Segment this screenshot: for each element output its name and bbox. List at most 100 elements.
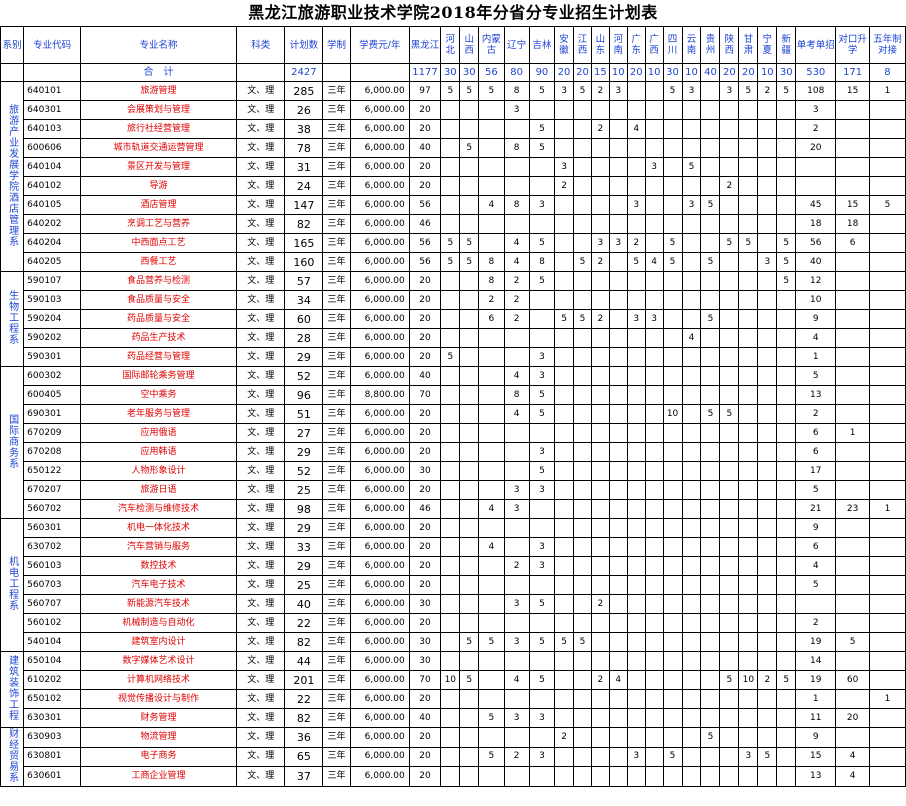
quota-cell: 5 bbox=[528, 119, 556, 139]
quota-cell bbox=[700, 651, 721, 671]
quota-cell bbox=[478, 214, 505, 234]
quota-cell bbox=[626, 480, 646, 500]
quota-cell bbox=[573, 100, 592, 120]
quota-cell: 3 bbox=[795, 100, 837, 120]
quota-cell bbox=[459, 347, 480, 367]
quota-cell bbox=[608, 746, 628, 768]
quota-cell bbox=[503, 176, 530, 196]
table-row: 640103 旅行社经营管理 文、理 38 三年 6,000.00 20 5 2 4 2 bbox=[1, 119, 906, 139]
quota-cell bbox=[626, 518, 646, 538]
quota-cell bbox=[662, 423, 683, 443]
quota-cell bbox=[681, 309, 702, 329]
quota-cell bbox=[573, 214, 592, 234]
quota-cell bbox=[644, 347, 664, 367]
quota-cell bbox=[459, 499, 480, 519]
quota-cell: 6 bbox=[835, 233, 870, 253]
total-cell: 20 bbox=[573, 63, 592, 82]
quota-cell bbox=[719, 100, 740, 120]
quota-cell bbox=[608, 309, 628, 329]
quota-cell bbox=[608, 404, 628, 424]
quota-cell bbox=[757, 708, 778, 728]
quota-cell bbox=[662, 195, 683, 215]
tuition: 6,000.00 bbox=[349, 537, 410, 557]
tuition: 6,000.00 bbox=[349, 423, 410, 443]
column-header: 宁夏 bbox=[757, 26, 778, 64]
duration: 三年 bbox=[322, 766, 351, 787]
major-code: 590107 bbox=[23, 271, 82, 291]
quota-cell bbox=[681, 252, 702, 272]
quota-cell bbox=[719, 575, 740, 595]
quota-cell bbox=[573, 233, 592, 253]
column-header: 五年制对接 bbox=[868, 26, 906, 64]
quota-cell bbox=[681, 499, 702, 519]
quota-cell bbox=[776, 385, 797, 405]
quota-cell: 3 bbox=[626, 309, 646, 329]
quota-cell bbox=[554, 537, 575, 557]
quota-cell: 56 bbox=[408, 233, 442, 253]
quota-cell bbox=[590, 499, 610, 519]
quota-cell bbox=[757, 575, 778, 595]
tuition: 6,000.00 bbox=[349, 670, 410, 690]
column-header: 科类 bbox=[235, 26, 286, 64]
quota-cell bbox=[681, 214, 702, 234]
quota-cell bbox=[644, 423, 664, 443]
quota-cell: 5 bbox=[795, 480, 837, 500]
quota-cell bbox=[554, 328, 575, 348]
quota-cell: 3 bbox=[626, 746, 646, 768]
quota-cell bbox=[776, 423, 797, 443]
quota-cell bbox=[528, 727, 556, 748]
quota-cell bbox=[573, 442, 592, 462]
quota-cell: 3 bbox=[528, 556, 556, 576]
quota-cell: 5 bbox=[573, 309, 592, 329]
duration: 三年 bbox=[322, 442, 351, 462]
total-cell: 80 bbox=[503, 63, 530, 82]
quota-cell bbox=[835, 404, 870, 424]
quota-cell bbox=[681, 442, 702, 462]
total-cell: 1177 bbox=[408, 63, 442, 82]
subject-type: 文、理 bbox=[235, 252, 286, 272]
subject-type: 文、理 bbox=[235, 271, 286, 291]
table-row: 670209 应用俄语 文、理 27 三年 6,000.00 20 6 1 bbox=[1, 423, 906, 443]
quota-cell bbox=[608, 518, 628, 538]
quota-cell: 20 bbox=[408, 746, 442, 768]
quota-cell bbox=[738, 537, 759, 557]
major-name: 药品质量与安全 bbox=[80, 309, 237, 329]
quota-cell: 19 bbox=[795, 670, 837, 690]
quota-cell bbox=[590, 100, 610, 120]
quota-cell bbox=[459, 119, 480, 139]
quota-cell bbox=[608, 252, 628, 272]
quota-cell bbox=[459, 613, 480, 633]
quota-cell: 10 bbox=[662, 404, 683, 424]
quota-cell bbox=[757, 423, 778, 443]
duration: 三年 bbox=[322, 727, 351, 748]
quota-cell bbox=[644, 214, 664, 234]
total-cell: 56 bbox=[478, 63, 505, 82]
quota-cell bbox=[440, 366, 461, 386]
major-name: 老年服务与管理 bbox=[80, 404, 237, 424]
quota-cell bbox=[554, 556, 575, 576]
quota-cell: 9 bbox=[795, 727, 837, 748]
total-label: 合 计 bbox=[80, 63, 237, 82]
column-header: 学费元/年 bbox=[349, 26, 410, 64]
quota-cell bbox=[554, 575, 575, 595]
table-row: 640204 中西面点工艺 文、理 165 三年 6,000.00 56 5 5 4 5 3 3 2 5 5 5… bbox=[1, 233, 906, 253]
quota-cell: 5 bbox=[528, 385, 556, 405]
quota-cell: 5 bbox=[626, 252, 646, 272]
quota-cell bbox=[681, 766, 702, 787]
duration: 三年 bbox=[322, 461, 351, 481]
quota-cell bbox=[503, 461, 530, 481]
major-code: 630601 bbox=[23, 766, 82, 787]
quota-cell bbox=[554, 252, 575, 272]
quota-cell bbox=[626, 176, 646, 196]
quota-cell bbox=[868, 461, 906, 481]
quota-cell bbox=[626, 404, 646, 424]
quota-cell bbox=[719, 271, 740, 291]
quota-cell bbox=[503, 347, 530, 367]
quota-cell bbox=[478, 727, 505, 748]
quota-cell: 8 bbox=[478, 252, 505, 272]
quota-cell: 2 bbox=[719, 176, 740, 196]
quota-cell bbox=[626, 651, 646, 671]
quota-cell: 3 bbox=[503, 708, 530, 728]
quota-cell: 17 bbox=[795, 461, 837, 481]
quota-cell: 21 bbox=[795, 499, 837, 519]
